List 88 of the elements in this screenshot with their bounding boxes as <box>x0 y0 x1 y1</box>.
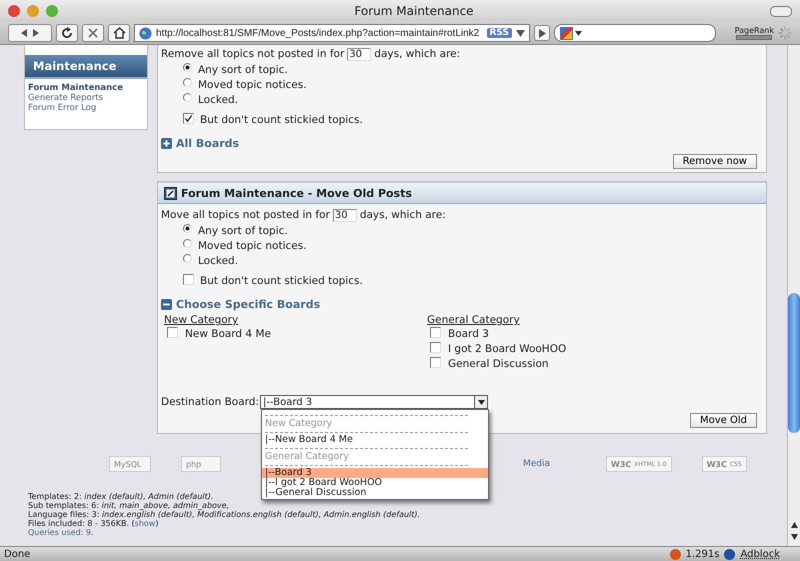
board-label: General Discussion <box>448 358 549 370</box>
dropdown-option[interactable]: |--Board 3 <box>262 468 488 478</box>
caret-icon[interactable] <box>575 30 582 36</box>
checkbox-label: But don't count stickied topics. <box>200 274 363 286</box>
board-checkbox[interactable] <box>167 326 178 338</box>
option-label: Any sort of topic. <box>198 224 288 236</box>
stats-line: Files included: 8 - 356KB. (show) <box>28 519 158 528</box>
radio-button[interactable] <box>183 63 192 72</box>
checkbox[interactable] <box>183 112 194 124</box>
stop-icon[interactable] <box>82 24 104 42</box>
extension-icon[interactable] <box>670 548 681 560</box>
scroll-thumb[interactable] <box>788 293 800 433</box>
load-timer: 1.291s <box>686 548 720 560</box>
board-checkbox[interactable] <box>430 326 441 338</box>
scroll-down-icon[interactable] <box>790 534 798 540</box>
plus-icon[interactable] <box>161 138 172 149</box>
radio-button[interactable] <box>183 239 192 248</box>
status-text: Done <box>4 548 30 560</box>
checkbox[interactable] <box>183 274 194 284</box>
board-checkbox[interactable] <box>430 342 441 352</box>
search-field[interactable] <box>554 24 716 42</box>
reload-icon[interactable] <box>56 24 78 42</box>
minus-icon[interactable] <box>161 299 172 310</box>
stats-line: Queries used: 9. <box>28 528 94 537</box>
option-label: Moved topic notices. <box>198 240 307 252</box>
stats-line: Language files: 3: index.english (default), Modifications.english (default), Admin.english (default). <box>28 510 420 519</box>
option-label: Moved topic notices. <box>198 78 307 90</box>
radio-button[interactable] <box>183 93 192 102</box>
destination-label: Destination Board: <box>161 396 259 408</box>
days-prefix: Move all topics not posted in for <box>161 209 330 221</box>
caret-icon[interactable] <box>478 400 484 404</box>
board-label: Board 3 <box>448 328 489 340</box>
days-input[interactable]: 30 <box>347 48 372 60</box>
category-heading: New Category <box>164 314 238 326</box>
days-suffix: days, which are: <box>360 209 446 221</box>
sidebar-link[interactable]: Forum Error Log <box>28 103 96 113</box>
radio-button[interactable] <box>183 224 192 233</box>
globe-icon <box>139 26 152 40</box>
days-suffix: days, which are: <box>374 48 460 60</box>
dropdown-option[interactable]: |--I got 2 Board WooHOO <box>262 478 488 488</box>
show-link[interactable]: show <box>134 519 156 528</box>
adblock-link[interactable]: Adblock <box>740 548 780 560</box>
sidebar-heading: Maintenance <box>25 55 147 79</box>
home-icon[interactable] <box>108 24 130 42</box>
toolbar-toggle-icon[interactable] <box>770 6 792 16</box>
dropdown-option[interactable]: |--General Discussion <box>262 488 488 498</box>
pagerank-meter <box>736 35 772 40</box>
option-label: Any sort of topic. <box>198 64 288 76</box>
option-label: Locked. <box>198 254 238 266</box>
queries-link[interactable]: Queries used: 9 <box>28 528 91 537</box>
days-input[interactable]: 30 <box>332 208 357 222</box>
address-field[interactable]: http://localhost:81/SMF/Move_Posts/index.php?action=maintain#rotLink2 RSS <box>134 24 530 42</box>
sidebar-link[interactable]: Generate Reports <box>28 93 104 103</box>
stats-line: Templates: 2: index (default), Admin (default). <box>28 492 214 501</box>
pagerank-label: PageRank <box>734 26 774 35</box>
search-engine-icon <box>560 26 573 40</box>
dropdown-category: New Category <box>264 418 334 429</box>
radio-button[interactable] <box>183 254 192 263</box>
scroll-up-icon[interactable] <box>790 522 798 528</box>
section-title: Forum Maintenance - Move Old Posts <box>181 186 412 200</box>
option-label: Locked. <box>198 94 238 106</box>
window-title: Forum Maintenance <box>353 4 475 18</box>
checkbox-label: But don't count stickied topics. <box>200 114 363 126</box>
remove-now-button[interactable]: Remove now <box>672 154 757 169</box>
dropdown-category: General Category <box>264 451 350 462</box>
caret-icon[interactable] <box>516 30 525 36</box>
radio-button[interactable] <box>183 78 192 87</box>
extension-icon[interactable] <box>724 548 736 560</box>
edit-note-icon <box>164 186 177 200</box>
dropdown-option[interactable]: |--New Board 4 Me <box>262 435 488 445</box>
scrollbar[interactable] <box>787 45 800 546</box>
stats-line: Sub templates: 6: init, main_above, admin_above, <box>28 501 230 510</box>
rss-badge[interactable]: RSS <box>486 28 512 38</box>
arrows-icon <box>19 27 41 39</box>
play-icon[interactable] <box>534 25 550 41</box>
move-old-button[interactable]: Move Old <box>690 413 757 428</box>
section-link[interactable]: Choose Specific Boards <box>176 298 320 311</box>
back-forward-button[interactable] <box>8 24 52 42</box>
board-label: I got 2 Board WooHOO <box>448 342 566 354</box>
media-link[interactable]: Media <box>523 459 550 469</box>
category-heading: General Category <box>427 314 520 326</box>
close-icon[interactable] <box>8 5 20 17</box>
board-label: New Board 4 Me <box>185 328 271 340</box>
days-prefix: Remove all topics not posted in for <box>161 48 344 60</box>
loading-spinner-icon <box>778 26 792 40</box>
sidebar-link[interactable]: Forum Maintenance <box>28 83 123 93</box>
section-link[interactable]: All Boards <box>176 137 240 150</box>
board-checkbox[interactable] <box>430 356 441 368</box>
